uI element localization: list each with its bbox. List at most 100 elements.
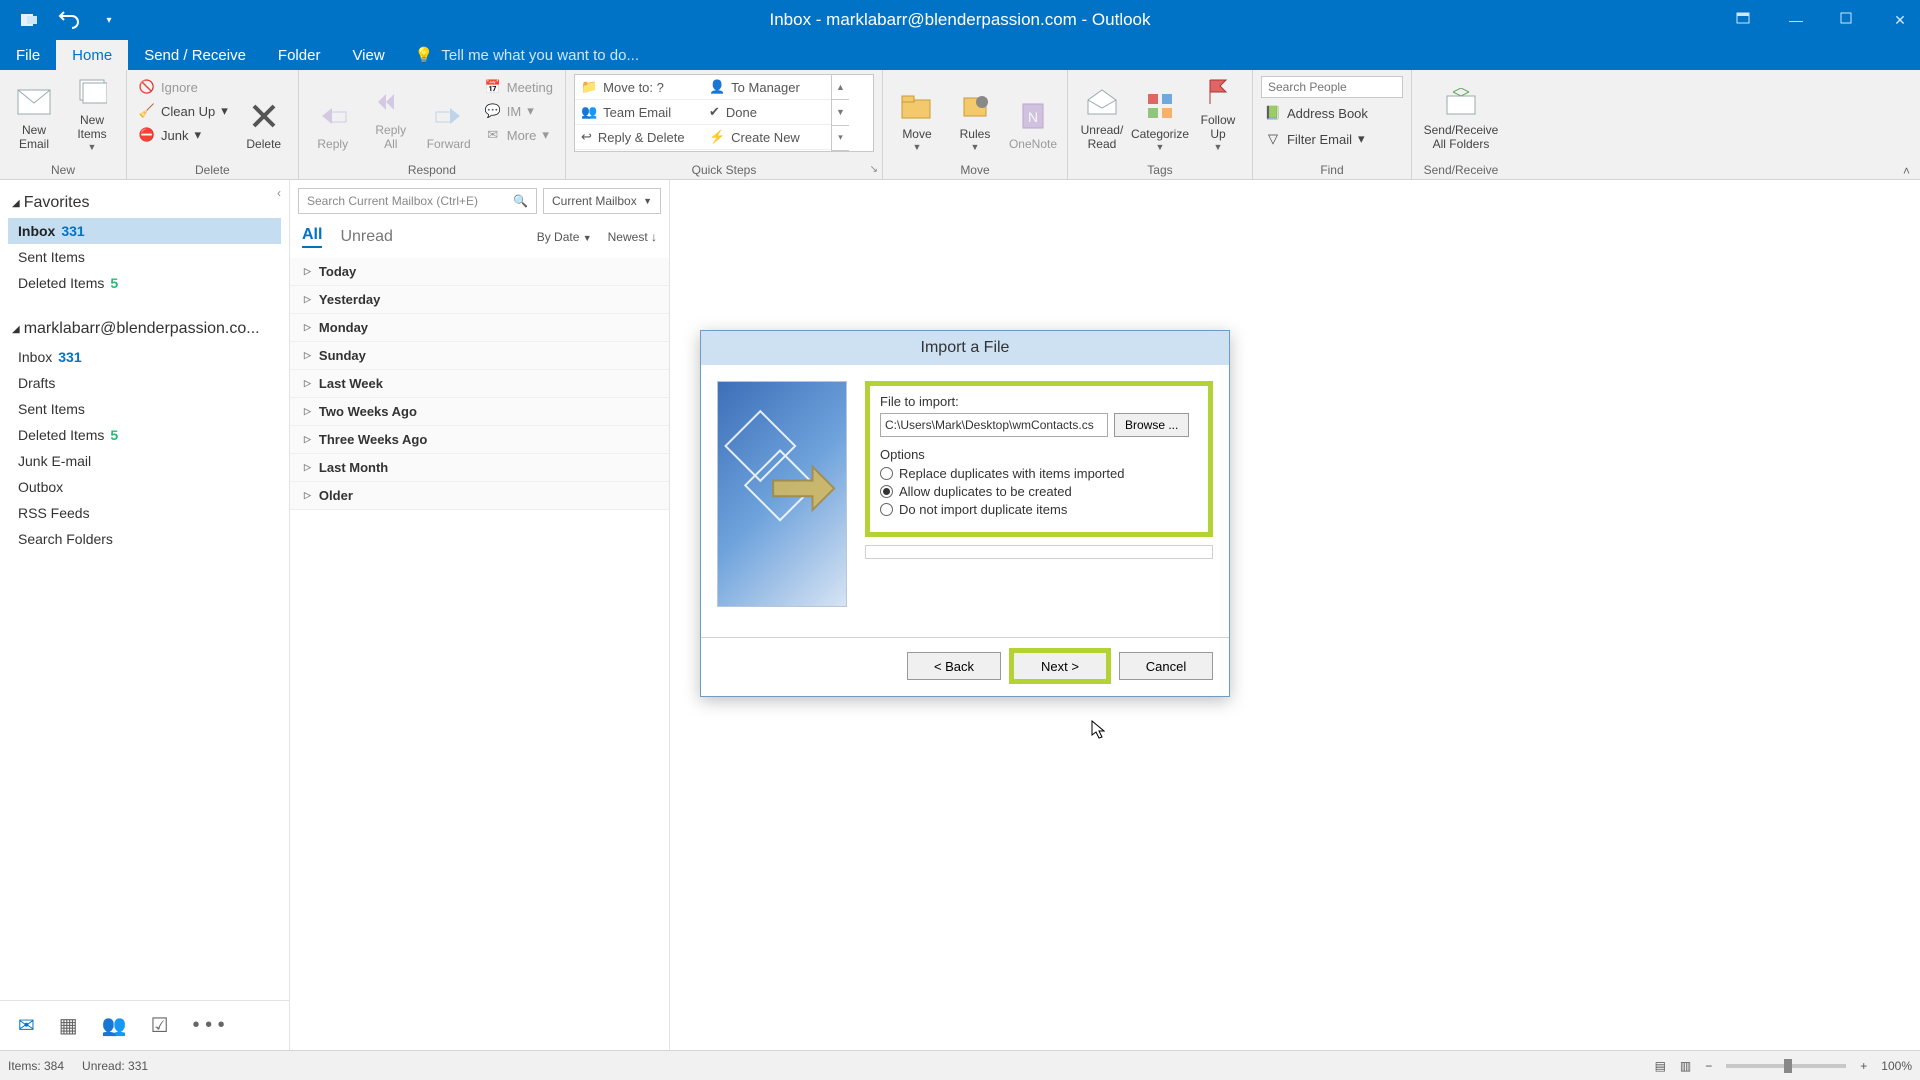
tab-view[interactable]: View [336,40,400,70]
cancel-button[interactable]: Cancel [1119,652,1213,680]
date-group[interactable]: ▷Two Weeks Ago [290,398,669,426]
nav-rss[interactable]: RSS Feeds [8,500,281,526]
unread-read-button[interactable]: Unread/ Read [1076,74,1128,154]
view-reading-icon[interactable]: ▥ [1680,1059,1691,1073]
ribbon-group-find: 📗Address Book ▽Filter Email ▾ Find [1253,70,1412,179]
file-path-input[interactable] [880,413,1108,437]
quickstep-teamemail[interactable]: 👥Team Email [575,100,703,125]
search-scope-dropdown[interactable]: Current Mailbox ▼ [543,188,661,214]
im-button[interactable]: 💬IM ▾ [481,100,557,122]
option-allow-duplicates[interactable]: Allow duplicates to be created [880,484,1198,499]
expand-triangle-icon: ▷ [304,490,311,501]
rules-button[interactable]: Rules▼ [949,74,1001,154]
nav-outbox[interactable]: Outbox [8,474,281,500]
people-module-icon[interactable]: 👥 [102,1013,127,1038]
maximize-icon[interactable] [1840,12,1856,29]
send-receive-all-button[interactable]: Send/Receive All Folders [1420,74,1502,154]
quick-steps-gallery[interactable]: 📁Move to: ? 👥Team Email ↩Reply & Delete … [574,74,874,152]
favorites-header[interactable]: ◢Favorites [8,188,281,218]
minimize-icon[interactable]: — [1788,12,1804,29]
move-button[interactable]: Move▼ [891,74,943,154]
date-group[interactable]: ▷Older [290,482,669,510]
nav-search-folders[interactable]: Search Folders [8,526,281,552]
nav-sent[interactable]: Sent Items [8,396,281,422]
cleanup-button[interactable]: 🧹Clean Up ▾ [135,100,232,122]
chevron-down-icon: ▾ [542,127,549,143]
new-email-button[interactable]: New Email [8,74,60,154]
scroll-up-icon[interactable]: ▲ [832,75,849,100]
quickstep-replydelete[interactable]: ↩Reply & Delete [575,125,703,150]
date-group[interactable]: ▷Last Month [290,454,669,482]
ribbon-display-options-icon[interactable] [1736,12,1752,29]
dialog-launcher-icon[interactable]: ↘ [870,164,878,175]
delete-button[interactable]: Delete [238,74,290,154]
followup-button[interactable]: Follow Up▼ [1192,74,1244,154]
radio-checked-icon [880,485,893,498]
option-no-duplicates[interactable]: Do not import duplicate items [880,502,1198,517]
outlook-icon[interactable] [18,9,40,31]
zoom-slider[interactable] [1726,1064,1846,1068]
undo-icon[interactable] [58,9,80,31]
zoom-out-icon[interactable]: − [1705,1059,1712,1073]
collapse-ribbon-icon[interactable]: ˄ [1903,164,1910,178]
nav-inbox[interactable]: Inbox 331 [8,344,281,370]
tab-send-receive[interactable]: Send / Receive [128,40,262,70]
account-header[interactable]: ◢marklabarr@blenderpassion.co... [8,314,281,344]
mail-module-icon[interactable]: ✉ [18,1013,35,1038]
filter-email-button[interactable]: ▽Filter Email ▾ [1261,128,1403,150]
zoom-in-icon[interactable]: + [1860,1059,1867,1073]
nav-fav-sent[interactable]: Sent Items [8,244,281,270]
more-modules-icon[interactable]: • • • [193,1014,225,1037]
filter-unread[interactable]: Unread [340,228,392,246]
option-replace-duplicates[interactable]: Replace duplicates with items imported [880,466,1198,481]
filter-all[interactable]: All [302,226,322,248]
quickstep-createnew[interactable]: ⚡Create New [703,125,831,150]
date-group[interactable]: ▷Monday [290,314,669,342]
search-people-input[interactable] [1261,76,1403,98]
sort-newest[interactable]: Newest ↓ [608,230,657,244]
date-group[interactable]: ▷Today [290,258,669,286]
tasks-module-icon[interactable]: ☑ [151,1013,169,1038]
view-normal-icon[interactable]: ▤ [1655,1059,1666,1073]
categorize-button[interactable]: Categorize▼ [1134,74,1186,154]
expand-gallery-icon[interactable]: ▾ [832,126,849,151]
nav-drafts[interactable]: Drafts [8,370,281,396]
more-respond-button[interactable]: ✉More ▾ [481,124,557,146]
address-book-button[interactable]: 📗Address Book [1261,102,1403,124]
next-button[interactable]: Next > [1013,652,1107,680]
tab-file[interactable]: File [0,40,56,70]
reply-all-button[interactable]: Reply All [365,74,417,154]
nav-junk[interactable]: Junk E-mail [8,448,281,474]
meeting-button[interactable]: 📅Meeting [481,76,557,98]
quickstep-done[interactable]: ✔Done [703,100,831,125]
date-group[interactable]: ▷Yesterday [290,286,669,314]
date-group[interactable]: ▷Sunday [290,342,669,370]
zoom-thumb[interactable] [1784,1059,1792,1073]
back-button[interactable]: < Back [907,652,1001,680]
quickstep-moveto[interactable]: 📁Move to: ? [575,75,703,100]
reply-button[interactable]: Reply [307,74,359,154]
sort-by-date[interactable]: By Date ▼ [537,230,592,244]
scroll-down-icon[interactable]: ▼ [832,100,849,125]
calendar-module-icon[interactable]: ▦ [59,1013,78,1038]
new-items-button[interactable]: New Items ▼ [66,74,118,154]
quickstep-tomanager[interactable]: 👤To Manager [703,75,831,100]
qat-customize-icon[interactable]: ▾ [98,9,120,31]
status-bar: Items: 384 Unread: 331 ▤ ▥ − + 100% [0,1050,1920,1080]
ignore-button[interactable]: 🚫Ignore [135,76,232,98]
search-mailbox-input[interactable]: Search Current Mailbox (Ctrl+E) 🔍 [298,188,537,214]
forward-button[interactable]: Forward [423,74,475,154]
browse-button[interactable]: Browse ... [1114,413,1189,437]
tab-folder[interactable]: Folder [262,40,337,70]
nav-fav-inbox[interactable]: Inbox 331 [8,218,281,244]
close-icon[interactable]: ✕ [1892,12,1908,29]
tab-home[interactable]: Home [56,40,128,70]
nav-fav-deleted[interactable]: Deleted Items 5 [8,270,281,296]
collapse-nav-icon[interactable]: ‹ [277,186,281,200]
tell-me-box[interactable]: 💡 Tell me what you want to do... [401,40,639,70]
date-group[interactable]: ▷Three Weeks Ago [290,426,669,454]
date-group[interactable]: ▷Last Week [290,370,669,398]
junk-button[interactable]: ⛔Junk ▾ [135,124,232,146]
nav-deleted[interactable]: Deleted Items 5 [8,422,281,448]
onenote-button[interactable]: N OneNote [1007,74,1059,154]
